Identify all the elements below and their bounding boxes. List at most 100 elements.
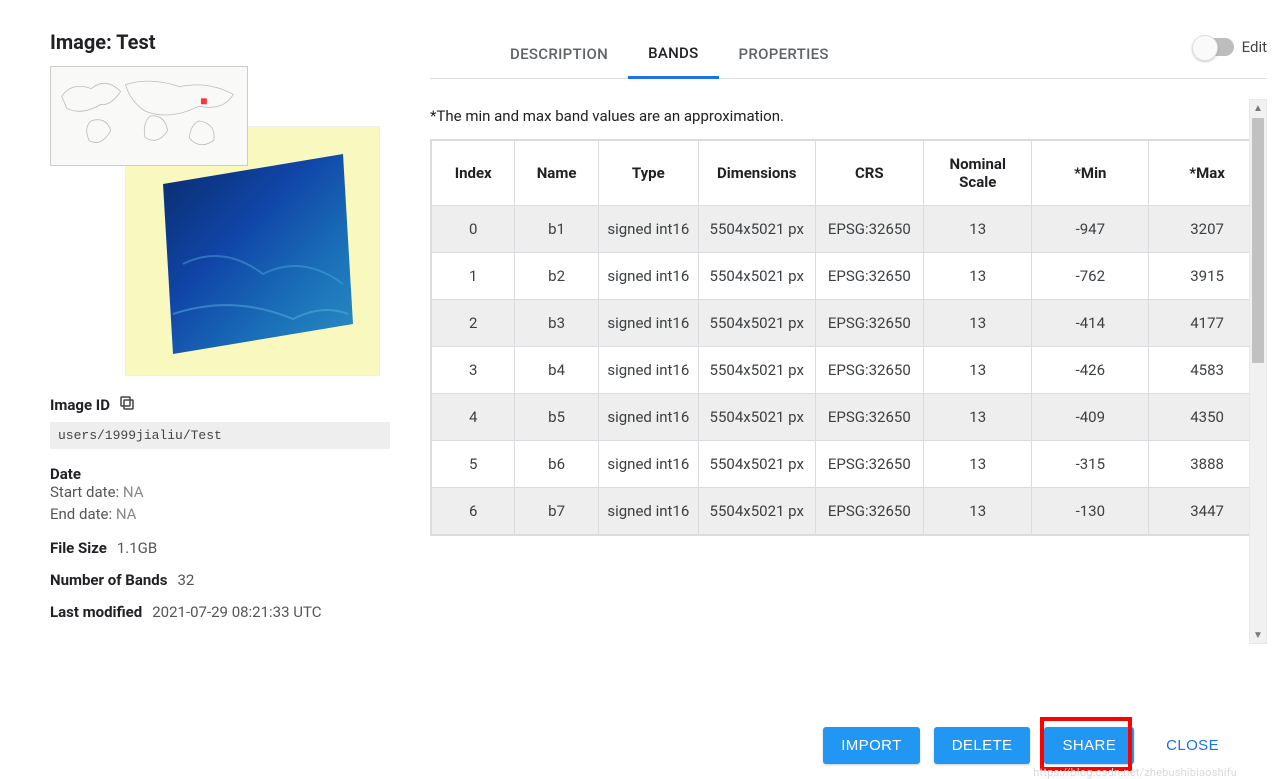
- cell-scale: 13: [924, 394, 1032, 441]
- cell-max: 3447: [1149, 488, 1266, 535]
- table-row: 3b4signed int165504x5021 pxEPSG:3265013-…: [432, 347, 1266, 394]
- cell-index: 2: [432, 300, 515, 347]
- cell-scale: 13: [924, 300, 1032, 347]
- world-map-thumbnail: [50, 66, 248, 166]
- cell-min: -414: [1032, 300, 1149, 347]
- cell-name: b4: [515, 347, 598, 394]
- cell-min: -315: [1032, 441, 1149, 488]
- image-preview: [50, 66, 380, 376]
- cell-crs: EPSG:32650: [815, 300, 923, 347]
- num-bands-value: 32: [177, 571, 194, 589]
- cell-crs: EPSG:32650: [815, 253, 923, 300]
- close-button[interactable]: CLOSE: [1148, 727, 1237, 764]
- cell-dim: 5504x5021 px: [698, 488, 815, 535]
- date-label: Date: [50, 465, 390, 483]
- cell-dim: 5504x5021 px: [698, 441, 815, 488]
- cell-type: signed int16: [598, 206, 698, 253]
- share-button[interactable]: SHARE: [1044, 727, 1134, 764]
- bands-table: Index Name Type Dimensions CRS Nominal S…: [430, 139, 1267, 536]
- cell-max: 4350: [1149, 394, 1266, 441]
- file-size-label: File Size: [50, 539, 107, 557]
- cell-scale: 13: [924, 253, 1032, 300]
- cell-name: b3: [515, 300, 598, 347]
- cell-index: 0: [432, 206, 515, 253]
- scroll-down-icon[interactable]: ▼: [1250, 627, 1266, 643]
- cell-index: 4: [432, 394, 515, 441]
- cell-crs: EPSG:32650: [815, 441, 923, 488]
- cell-type: signed int16: [598, 300, 698, 347]
- cell-name: b6: [515, 441, 598, 488]
- cell-type: signed int16: [598, 347, 698, 394]
- vertical-scrollbar[interactable]: ▲ ▼: [1249, 99, 1267, 644]
- col-dimensions: Dimensions: [698, 141, 815, 206]
- cell-crs: EPSG:32650: [815, 206, 923, 253]
- col-crs: CRS: [815, 141, 923, 206]
- cell-max: 4583: [1149, 347, 1266, 394]
- cell-index: 1: [432, 253, 515, 300]
- col-max: *Max: [1149, 141, 1266, 206]
- cell-type: signed int16: [598, 394, 698, 441]
- table-row: 4b5signed int165504x5021 pxEPSG:3265013-…: [432, 394, 1266, 441]
- col-scale: Nominal Scale: [924, 141, 1032, 206]
- import-button[interactable]: IMPORT: [823, 727, 919, 764]
- cell-max: 3915: [1149, 253, 1266, 300]
- cell-min: -409: [1032, 394, 1149, 441]
- edit-label: Edit: [1242, 38, 1267, 56]
- start-date-label: Start date:: [50, 483, 119, 501]
- scroll-up-icon[interactable]: ▲: [1250, 100, 1266, 116]
- num-bands-label: Number of Bands: [50, 571, 167, 589]
- tab-bands[interactable]: BANDS: [628, 30, 718, 79]
- cell-index: 3: [432, 347, 515, 394]
- table-row: 6b7signed int165504x5021 pxEPSG:3265013-…: [432, 488, 1266, 535]
- cell-crs: EPSG:32650: [815, 488, 923, 535]
- tab-description[interactable]: DESCRIPTION: [490, 31, 628, 77]
- cell-index: 6: [432, 488, 515, 535]
- tab-properties[interactable]: PROPERTIES: [719, 31, 849, 77]
- file-size-value: 1.1GB: [117, 539, 157, 557]
- col-name: Name: [515, 141, 598, 206]
- cell-crs: EPSG:32650: [815, 394, 923, 441]
- table-row: 1b2signed int165504x5021 pxEPSG:3265013-…: [432, 253, 1266, 300]
- last-modified-label: Last modified: [50, 603, 142, 621]
- cell-crs: EPSG:32650: [815, 347, 923, 394]
- cell-scale: 13: [924, 488, 1032, 535]
- table-row: 2b3signed int165504x5021 pxEPSG:3265013-…: [432, 300, 1266, 347]
- image-id-value[interactable]: users/1999jialiu/Test: [50, 422, 390, 449]
- end-date-label: End date:: [50, 505, 112, 523]
- cell-index: 5: [432, 441, 515, 488]
- delete-button[interactable]: DELETE: [934, 727, 1031, 764]
- cell-min: -130: [1032, 488, 1149, 535]
- cell-min: -426: [1032, 347, 1149, 394]
- end-date-value: NA: [116, 505, 137, 523]
- cell-min: -947: [1032, 206, 1149, 253]
- col-type: Type: [598, 141, 698, 206]
- cell-type: signed int16: [598, 253, 698, 300]
- table-row: 5b6signed int165504x5021 pxEPSG:3265013-…: [432, 441, 1266, 488]
- last-modified-value: 2021-07-29 08:21:33 UTC: [152, 603, 321, 621]
- image-id-label: Image ID: [50, 396, 110, 414]
- cell-scale: 13: [924, 206, 1032, 253]
- page-title: Image: Test: [50, 30, 390, 54]
- cell-min: -762: [1032, 253, 1149, 300]
- col-min: *Min: [1032, 141, 1149, 206]
- cell-dim: 5504x5021 px: [698, 347, 815, 394]
- cell-dim: 5504x5021 px: [698, 394, 815, 441]
- table-row: 0b1signed int165504x5021 pxEPSG:3265013-…: [432, 206, 1266, 253]
- cell-max: 3207: [1149, 206, 1266, 253]
- cell-name: b7: [515, 488, 598, 535]
- cell-scale: 13: [924, 347, 1032, 394]
- cell-max: 3888: [1149, 441, 1266, 488]
- cell-scale: 13: [924, 441, 1032, 488]
- cell-dim: 5504x5021 px: [698, 300, 815, 347]
- scroll-thumb[interactable]: [1252, 118, 1264, 363]
- cell-name: b1: [515, 206, 598, 253]
- cell-name: b2: [515, 253, 598, 300]
- cell-max: 4177: [1149, 300, 1266, 347]
- cell-dim: 5504x5021 px: [698, 253, 815, 300]
- cell-type: signed int16: [598, 441, 698, 488]
- start-date-value: NA: [123, 483, 144, 501]
- watermark: https://blog.csdn.net/zhebushibiaoshifu: [1033, 766, 1237, 779]
- copy-icon[interactable]: [118, 394, 136, 416]
- edit-toggle[interactable]: [1194, 38, 1234, 56]
- approximation-note: *The min and max band values are an appr…: [430, 107, 1267, 125]
